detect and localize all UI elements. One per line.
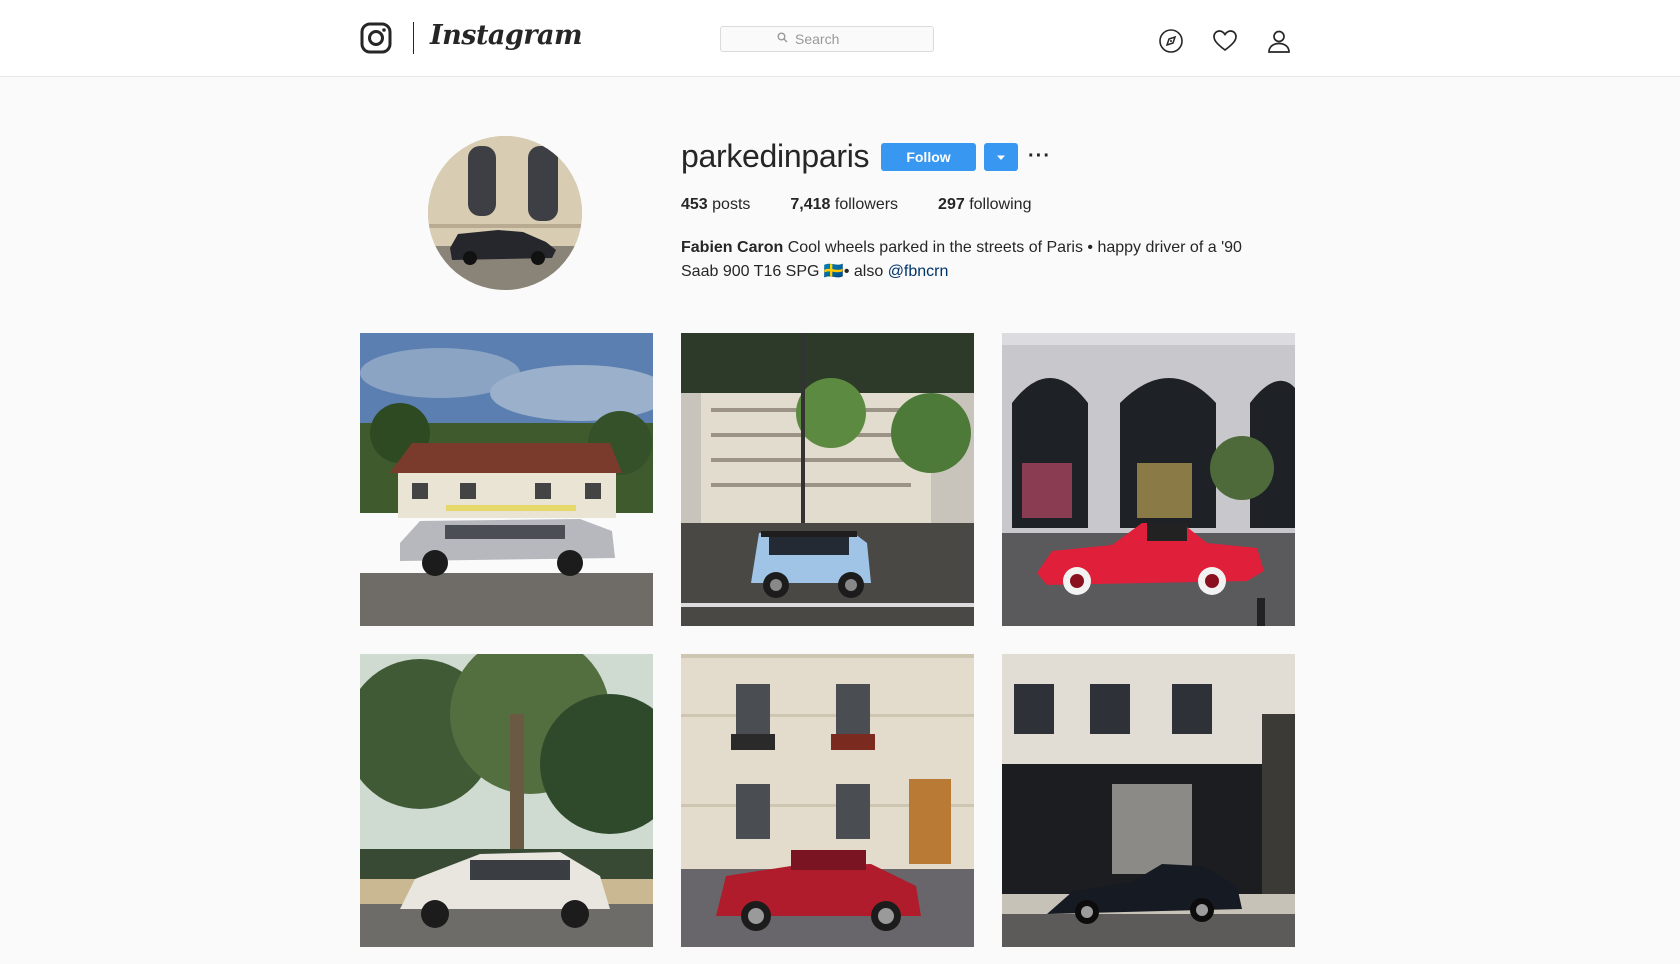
followers-count: 7,418	[790, 196, 831, 213]
post-thumbnail[interactable]	[1002, 654, 1295, 947]
profile-bio: Fabien Caron Cool wheels parked in the s…	[681, 236, 1281, 284]
following-count: 297	[938, 196, 965, 213]
profile-avatar[interactable]	[428, 136, 582, 290]
instagram-camera-icon[interactable]	[360, 22, 392, 54]
follow-button[interactable]: Follow	[881, 143, 976, 171]
profile-icon[interactable]	[1266, 28, 1292, 54]
followers-label: followers	[834, 196, 899, 213]
post-thumbnail[interactable]	[1002, 333, 1295, 626]
posts-label: posts	[712, 196, 751, 213]
following-stat[interactable]: 297 following	[938, 196, 1031, 214]
search-input[interactable]	[793, 30, 877, 48]
followers-stat[interactable]: 7,418 followers	[790, 196, 898, 214]
post-thumbnail[interactable]	[681, 333, 974, 626]
post-thumbnail[interactable]	[360, 654, 653, 947]
explore-icon[interactable]	[1158, 28, 1184, 54]
bio-mention-link[interactable]: @fbncrn	[888, 263, 949, 280]
suggestions-dropdown-button[interactable]	[984, 143, 1018, 171]
more-options-button[interactable]: ···	[1028, 145, 1051, 168]
instagram-wordmark[interactable]: Instagram	[430, 20, 583, 51]
profile-username: parkedinparis	[681, 138, 870, 174]
post-thumbnail[interactable]	[360, 333, 653, 626]
profile-stats: 453 posts 7,418 followers 297 following	[681, 196, 1031, 214]
following-label: following	[969, 196, 1032, 213]
posts-count-stat: 453 posts	[681, 196, 750, 214]
posts-count: 453	[681, 196, 708, 213]
profile-full-name: Fabien Caron	[681, 239, 784, 256]
posts-grid	[360, 333, 1296, 947]
caret-down-icon	[996, 148, 1006, 166]
search-icon	[777, 30, 788, 48]
logo-divider	[413, 22, 414, 54]
post-thumbnail[interactable]	[681, 654, 974, 947]
search-box[interactable]	[720, 26, 934, 52]
top-navigation-bar: Instagram	[0, 0, 1680, 77]
heart-icon[interactable]	[1212, 28, 1238, 54]
